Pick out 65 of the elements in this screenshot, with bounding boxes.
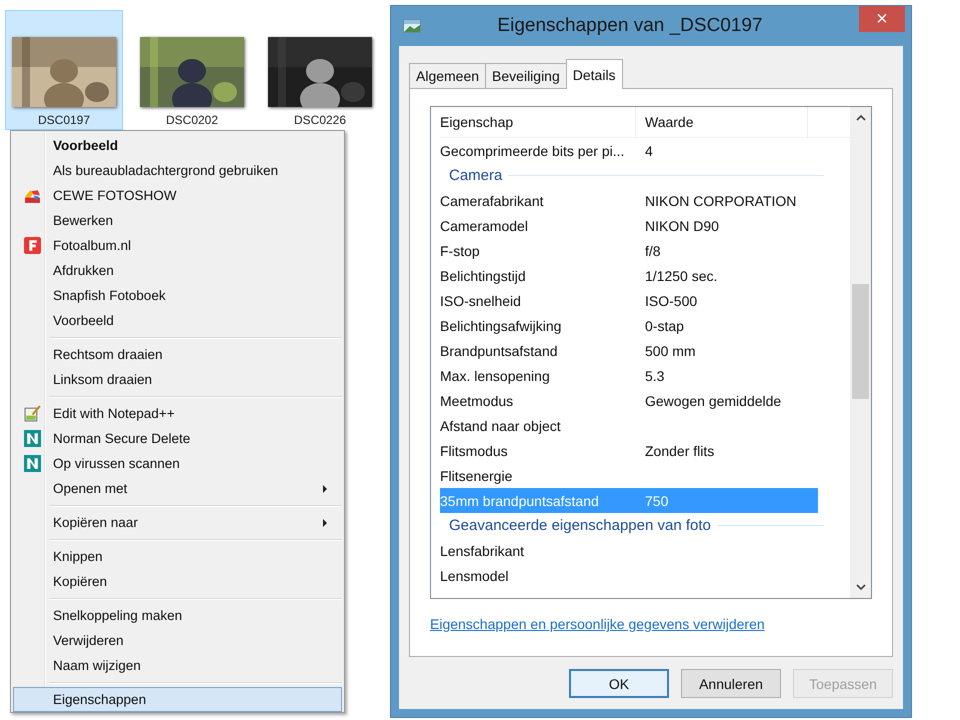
tab[interactable]: Algemeen	[409, 63, 486, 88]
submenu-arrow-icon	[323, 519, 327, 527]
menu-item[interactable]: Naam wijzigen	[13, 653, 342, 678]
remove-properties-link[interactable]: Eigenschappen en persoonlijke gegevens verwijderen	[430, 616, 765, 632]
thumbnail-tile[interactable]: DSC0197	[5, 10, 123, 130]
notepad-icon	[24, 405, 40, 422]
menu-item[interactable]: Bewerken	[13, 208, 342, 233]
menu-item[interactable]: Knippen	[13, 544, 342, 569]
scroll-down-icon[interactable]	[856, 584, 866, 590]
column-header[interactable]: Eigenschap	[440, 107, 636, 137]
menu-item[interactable]: Verwijderen	[13, 628, 342, 653]
letter-square-icon	[24, 455, 40, 472]
property-row[interactable]: Meetmodus Gewogen gemiddelde	[440, 388, 818, 413]
thumbnail-tile[interactable]: DSC0202	[133, 10, 251, 130]
file-name: DSC0197	[38, 113, 90, 127]
letter-square-icon	[24, 237, 40, 254]
property-row[interactable]: Brandpuntsafstand 500 mm	[440, 338, 818, 363]
menu-item[interactable]: Rechtsom draaien	[13, 342, 342, 367]
file-name: DSC0202	[166, 113, 218, 127]
image-file-icon	[403, 19, 421, 33]
property-row[interactable]: Flitsmodus Zonder flits	[440, 438, 818, 463]
property-row[interactable]: Cameramodel NIKON D90	[440, 213, 818, 238]
close-button[interactable]: ×	[859, 6, 905, 32]
property-row[interactable]: Camerafabrikant NIKON CORPORATION	[440, 188, 818, 213]
column-header[interactable]: Waarde	[636, 107, 808, 137]
menu-item[interactable]: Snelkoppeling maken	[13, 603, 342, 628]
submenu-arrow-icon	[323, 485, 327, 493]
property-row[interactable]: Lensfabrikant	[440, 538, 818, 563]
property-row[interactable]: Flitsenergie	[440, 463, 818, 488]
property-row[interactable]: ISO-snelheid ISO-500	[440, 288, 818, 313]
dialog-button[interactable]: Annuleren	[681, 669, 781, 698]
property-row[interactable]: Gecomprimeerde bits per pi... 4	[440, 138, 818, 163]
letter-square-icon	[24, 430, 40, 447]
scroll-up-icon[interactable]	[856, 115, 866, 121]
menu-item[interactable]: Afdrukken	[13, 258, 342, 283]
menu-item[interactable]: Norman Secure Delete	[13, 426, 342, 451]
group-heading: Geavanceerde eigenschappen van foto	[449, 517, 711, 534]
menu-item[interactable]: Openen met	[13, 476, 342, 501]
property-row[interactable]: Belichtingstijd 1/1250 sec.	[440, 263, 818, 288]
menu-item[interactable]: Eigenschappen	[13, 687, 342, 712]
scroll-thumb[interactable]	[852, 284, 869, 399]
property-row[interactable]: Max. lensopening 5.3	[440, 363, 818, 388]
property-row[interactable]: Belichtingsafwijking 0-stap	[440, 313, 818, 338]
property-row[interactable]: Lensmodel	[440, 563, 818, 588]
dialog-button[interactable]: OK	[569, 669, 669, 698]
group-heading: Camera	[449, 167, 502, 184]
window-title: Eigenschappen van _DSC0197	[496, 15, 764, 37]
file-name: DSC0226	[294, 113, 346, 127]
thumbnail-tile[interactable]: DSC0226	[261, 10, 379, 130]
menu-item[interactable]: Fotoalbum.nl	[13, 233, 342, 258]
colorful-logo-icon	[24, 187, 40, 204]
menu-item[interactable]: Kopiëren	[13, 569, 342, 594]
property-row[interactable]: F-stop f/8	[440, 238, 818, 263]
menu-item[interactable]: Op virussen scannen	[13, 451, 342, 476]
tab[interactable]: Details	[566, 59, 623, 89]
menu-item[interactable]: Linksom draaien	[13, 367, 342, 392]
menu-item[interactable]: Als bureaubladachtergrond gebruiken	[13, 158, 342, 183]
menu-item[interactable]: CEWE FOTOSHOW	[13, 183, 342, 208]
menu-item[interactable]: Voorbeeld	[13, 308, 342, 333]
menu-item[interactable]: Voorbeeld	[13, 133, 342, 158]
menu-item[interactable]: Snapfish Fotoboek	[13, 283, 342, 308]
property-row[interactable]: Afstand naar object	[440, 413, 818, 438]
menu-item[interactable]: Kopiëren naar	[13, 510, 342, 535]
menu-item[interactable]: Edit with Notepad++	[13, 401, 342, 426]
scrollbar[interactable]	[850, 107, 871, 598]
